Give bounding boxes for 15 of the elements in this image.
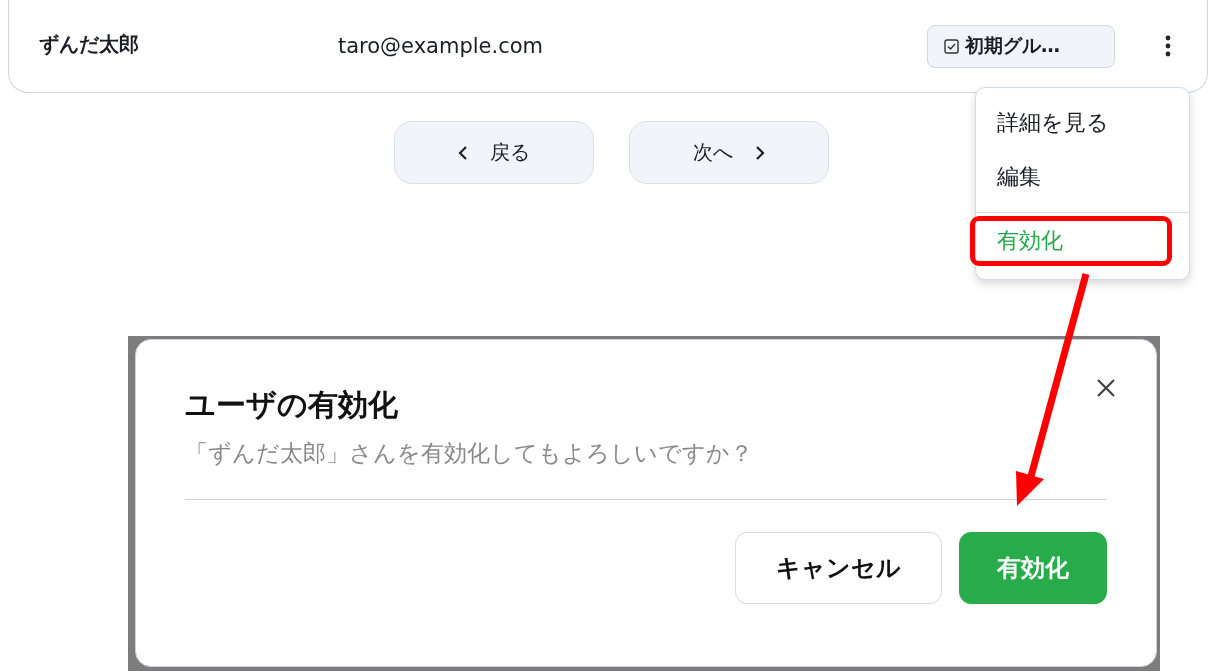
more-options-icon[interactable] (1165, 35, 1171, 57)
next-button[interactable]: 次へ (628, 121, 829, 184)
back-button[interactable]: 戻る (393, 121, 594, 184)
group-tag[interactable]: 初期グル… (927, 24, 1115, 68)
chevron-right-icon (754, 144, 765, 161)
chevron-left-icon (457, 144, 468, 161)
menu-item[interactable]: 詳細を見る (976, 96, 1189, 150)
dialog-title: ユーザの有効化 (185, 386, 399, 424)
cancel-button[interactable]: キャンセル (735, 532, 942, 604)
menu-item[interactable]: 編集 (976, 150, 1189, 204)
dialog-message: 「ずんだ太郎」さんを有効化してもよろしいですか？ (185, 439, 754, 468)
user-name: ずんだ太郎 (39, 30, 140, 58)
checkbox-icon (944, 38, 959, 54)
close-icon[interactable] (1096, 378, 1116, 398)
user-email: taro@example.com (338, 34, 545, 58)
